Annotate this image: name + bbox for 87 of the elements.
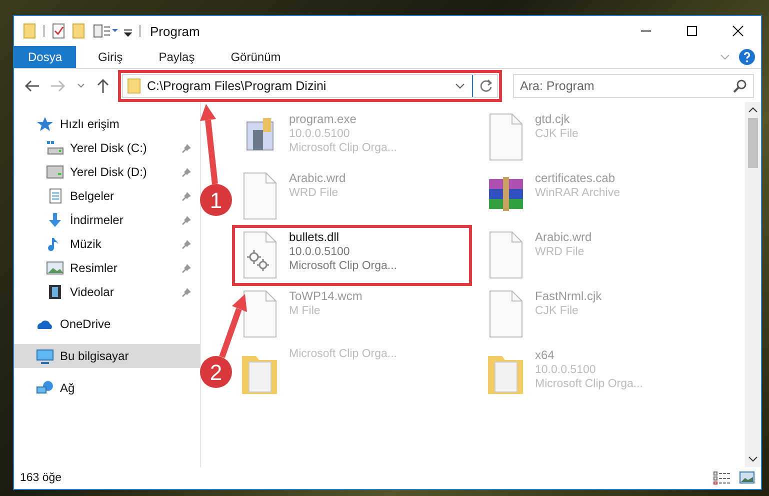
help-icon[interactable] — [739, 49, 755, 65]
file-name: bullets.dll — [289, 230, 340, 244]
sidebar-label: Videolar — [70, 285, 114, 299]
sidebar-label: İndirmeler — [70, 213, 124, 227]
sidebar-label: Müzik — [70, 237, 102, 251]
file-detail: WRD File — [535, 246, 586, 258]
sidebar-item[interactable]: Belgeler — [14, 184, 200, 208]
sidebar-label: OneDrive — [60, 317, 111, 331]
pin-icon[interactable] — [182, 167, 192, 177]
file-name: ToWP14.wcm — [289, 289, 362, 303]
sidebar-label: Belgeler — [70, 189, 114, 203]
file-detail: M File — [289, 305, 322, 317]
back-icon[interactable] — [24, 78, 40, 92]
sidebar-item[interactable]: Resimler — [14, 256, 200, 280]
up-icon[interactable] — [96, 78, 110, 94]
file-detail: Microsoft Clip Orga... — [289, 142, 397, 154]
monitor-icon — [36, 348, 54, 364]
annotation-arrow — [219, 294, 247, 358]
sidebar-item[interactable]: Videolar — [14, 280, 200, 304]
file-detail: CJK File — [535, 305, 580, 317]
forward-icon[interactable] — [50, 78, 66, 92]
scrollbar[interactable] — [745, 102, 761, 467]
sidebar-item[interactable]: Ağ — [14, 376, 200, 400]
address-path: C:\Program Files\Program Dizini — [147, 78, 328, 92]
download-icon — [46, 212, 64, 228]
pin-icon[interactable] — [182, 191, 192, 201]
picture-icon — [46, 260, 64, 276]
file-detail: CJK File — [535, 128, 578, 140]
scrollbar-thumb[interactable] — [748, 118, 758, 168]
sidebar-item[interactable]: Yerel Disk (D:) — [14, 160, 200, 184]
sidebar-item[interactable]: Müzik — [14, 232, 200, 256]
sidebar-item[interactable]: Hızlı erişim — [14, 112, 200, 136]
item-count: 163 öğe — [20, 472, 62, 484]
file-detail: WRD File — [289, 187, 340, 199]
pin-icon[interactable] — [182, 143, 192, 153]
drive-icon — [46, 164, 64, 180]
film-icon — [46, 284, 64, 300]
drive-icon — [46, 140, 64, 156]
file-name: Arabic.wrd — [289, 171, 346, 185]
step-badge: 1 — [200, 184, 232, 216]
ribbon-tab[interactable]: Paylaş — [144, 46, 209, 68]
file-name: x64 — [535, 348, 556, 362]
file-item[interactable]: bullets.dll 10.0.0.5100 Microsoft Clip Orga... — [233, 226, 471, 285]
refresh-icon[interactable] — [479, 78, 493, 92]
maximize-icon — [686, 25, 698, 37]
file-detail: Microsoft Clip Orga... — [535, 378, 643, 390]
file-name: gtd.cjk — [535, 112, 571, 126]
sidebar-label: Hızlı erişim — [60, 117, 120, 131]
sidebar-item[interactable]: İndirmeler — [14, 208, 200, 232]
file-detail: 10.0.0.5100 — [289, 128, 351, 140]
pin-icon[interactable] — [182, 263, 192, 273]
chevron-up-icon[interactable] — [748, 106, 758, 114]
window-title: Program — [150, 24, 200, 38]
ribbon-tab[interactable]: Giriş — [84, 46, 137, 68]
search-icon — [733, 78, 747, 92]
search-field[interactable]: Ara: Program — [513, 74, 754, 98]
file-detail: Microsoft Clip Orga... — [289, 260, 397, 272]
file-name: program.exe — [289, 112, 358, 126]
pin-icon[interactable] — [182, 287, 192, 297]
sidebar-item[interactable]: Bu bilgisayar — [14, 344, 200, 368]
ribbon-tab[interactable]: Görünüm — [216, 46, 295, 68]
close-icon — [732, 25, 744, 37]
folder-icon — [127, 78, 141, 94]
file-name: Arabic.wrd — [535, 230, 592, 244]
star-icon — [36, 116, 54, 132]
sidebar-item[interactable]: OneDrive — [14, 312, 200, 336]
large-icons-view-icon[interactable] — [739, 471, 755, 485]
sidebar-label: Ağ — [60, 381, 75, 395]
details-view-icon[interactable] — [713, 471, 731, 485]
quick-access-toolbar-icon[interactable] — [22, 22, 142, 40]
network-icon — [36, 380, 54, 396]
file-name: FastNrml.cjk — [535, 289, 602, 303]
pin-icon[interactable] — [182, 215, 192, 225]
sidebar-item[interactable]: Yerel Disk (C:) — [14, 136, 200, 160]
sidebar-label: Bu bilgisayar — [60, 349, 129, 363]
file-detail: 10.0.0.5100 — [289, 246, 351, 258]
file-detail: 10.0.0.5100 — [535, 364, 597, 376]
step-badge: 2 — [200, 356, 232, 388]
sidebar-label: Yerel Disk (D:) — [70, 165, 147, 179]
file-detail: Microsoft Clip Orga... — [289, 348, 397, 360]
sidebar-label: Yerel Disk (C:) — [70, 141, 147, 155]
file-detail: WinRAR Archive — [535, 187, 620, 199]
chevron-down-icon[interactable] — [748, 455, 758, 463]
file-name: certificates.cab — [535, 171, 616, 185]
sidebar-label: Resimler — [70, 261, 118, 275]
pin-icon[interactable] — [182, 239, 192, 249]
ribbon-tab[interactable]: Dosya — [14, 46, 76, 68]
